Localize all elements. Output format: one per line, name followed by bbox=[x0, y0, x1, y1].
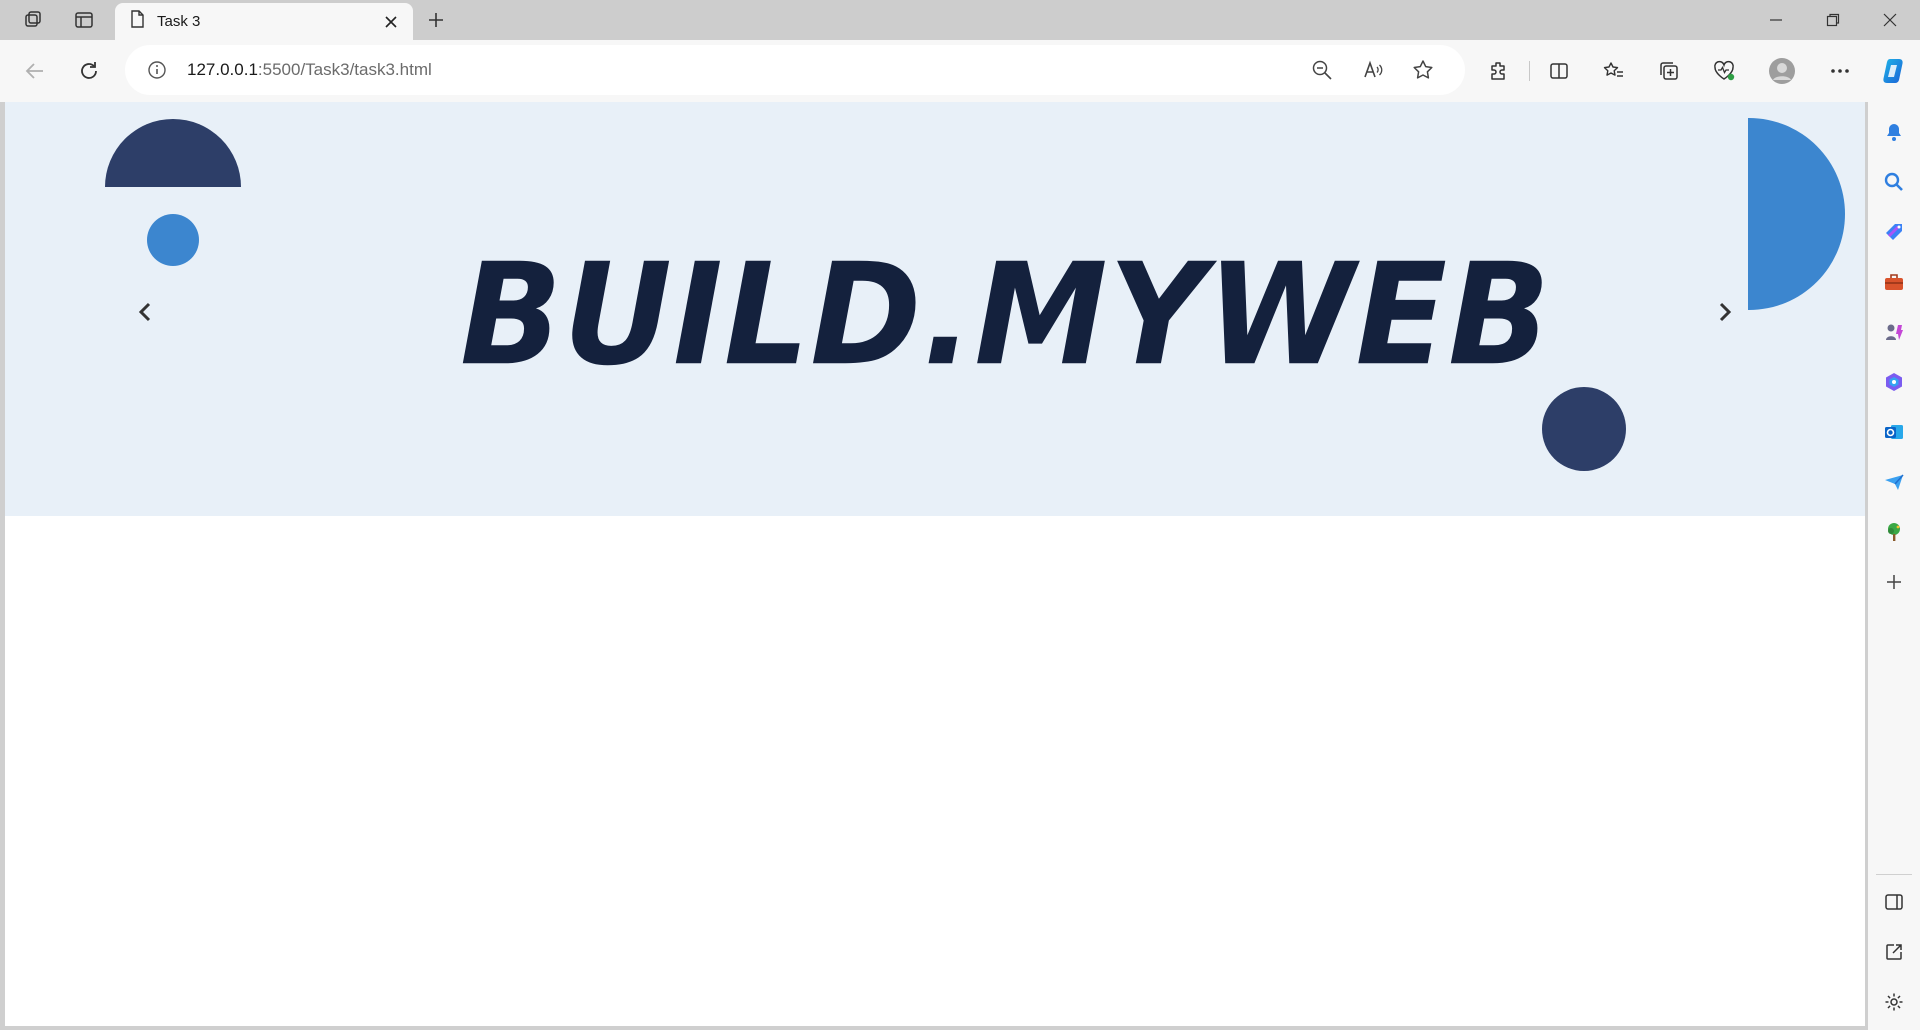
blue-circle-shape bbox=[147, 214, 199, 266]
microsoft-365-icon[interactable] bbox=[1880, 368, 1908, 396]
blue-half-circle-shape bbox=[1748, 118, 1845, 310]
tab-actions-icon[interactable] bbox=[64, 6, 104, 34]
shopping-tag-icon[interactable] bbox=[1880, 218, 1908, 246]
edge-sidebar bbox=[1868, 102, 1920, 1030]
refresh-icon[interactable] bbox=[71, 53, 107, 89]
toolbar-separator bbox=[1529, 61, 1530, 81]
plus-icon bbox=[429, 13, 443, 27]
hide-sidebar-icon[interactable] bbox=[1880, 888, 1908, 916]
minimize-icon bbox=[1770, 19, 1782, 21]
toolbox-icon[interactable] bbox=[1880, 268, 1908, 296]
page-icon bbox=[129, 10, 145, 33]
gear-icon[interactable] bbox=[1880, 988, 1908, 1016]
zoom-out-icon[interactable] bbox=[1308, 56, 1336, 84]
toolbar: 127.0.0.1:5500/Task3/task3.html bbox=[0, 40, 1920, 102]
puzzle-icon[interactable] bbox=[1481, 53, 1517, 89]
browser-window: Task 3 127.0.0.1:5500/Task3/task3.html B… bbox=[0, 0, 1920, 1030]
favorites-icon[interactable] bbox=[1596, 53, 1632, 89]
minimize-button[interactable] bbox=[1748, 0, 1804, 40]
search-icon[interactable] bbox=[1880, 168, 1908, 196]
navy-half-circle-shape bbox=[105, 119, 241, 187]
open-external-icon[interactable] bbox=[1880, 938, 1908, 966]
add-sidebar-item-icon[interactable] bbox=[1880, 568, 1908, 596]
tab-strip: Task 3 bbox=[0, 0, 1920, 40]
url-host: 127.0.0.1 bbox=[187, 60, 258, 79]
bell-icon[interactable] bbox=[1880, 118, 1908, 146]
window-close-button[interactable] bbox=[1862, 0, 1918, 40]
carousel-prev-button[interactable] bbox=[131, 298, 159, 326]
split-screen-icon[interactable] bbox=[1541, 53, 1577, 89]
back-arrow-icon[interactable] bbox=[17, 53, 53, 89]
star-icon[interactable] bbox=[1409, 56, 1437, 84]
tree-icon[interactable] bbox=[1880, 518, 1908, 546]
collections-icon[interactable] bbox=[1651, 53, 1687, 89]
outlook-icon[interactable] bbox=[1880, 418, 1908, 446]
page-viewport: BUILD.MYWEB bbox=[5, 102, 1865, 1026]
navy-circle-shape bbox=[1542, 387, 1626, 471]
brand-title: BUILD.MYWEB bbox=[460, 233, 1552, 397]
new-tab-button[interactable] bbox=[420, 6, 452, 34]
sidebar-separator bbox=[1876, 874, 1912, 875]
chevron-right-icon bbox=[1719, 302, 1732, 322]
url-text[interactable]: 127.0.0.1:5500/Task3/task3.html bbox=[187, 60, 432, 80]
hero-carousel: BUILD.MYWEB bbox=[5, 102, 1865, 516]
read-aloud-icon[interactable] bbox=[1359, 56, 1387, 84]
workspaces-icon[interactable] bbox=[13, 6, 53, 34]
info-icon[interactable] bbox=[145, 58, 169, 82]
restore-button[interactable] bbox=[1805, 0, 1861, 40]
games-icon[interactable] bbox=[1880, 318, 1908, 346]
tab-title: Task 3 bbox=[157, 13, 201, 30]
address-bar[interactable]: 127.0.0.1:5500/Task3/task3.html bbox=[125, 45, 1465, 95]
window-close-icon bbox=[1883, 13, 1897, 27]
profile-avatar-icon[interactable] bbox=[1764, 53, 1800, 89]
restore-icon bbox=[1826, 13, 1840, 27]
url-path: :5500/Task3/task3.html bbox=[257, 60, 432, 79]
browser-essentials-icon[interactable] bbox=[1706, 53, 1742, 89]
carousel-next-button[interactable] bbox=[1711, 298, 1739, 326]
copilot-icon[interactable] bbox=[1875, 53, 1911, 89]
tab-active[interactable]: Task 3 bbox=[115, 3, 413, 40]
chevron-left-icon bbox=[138, 302, 151, 322]
send-icon[interactable] bbox=[1880, 468, 1908, 496]
more-icon[interactable] bbox=[1822, 53, 1858, 89]
close-icon[interactable] bbox=[381, 12, 401, 32]
